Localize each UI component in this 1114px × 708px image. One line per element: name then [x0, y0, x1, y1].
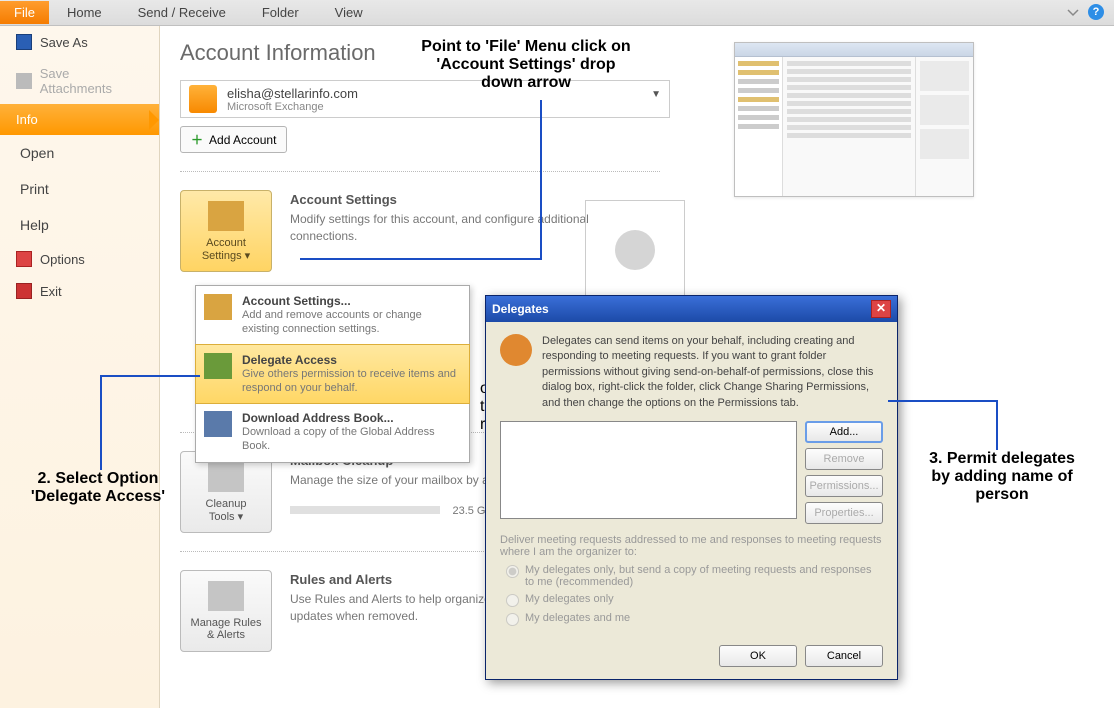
- delegate-access-icon: [204, 353, 232, 379]
- account-icon: [189, 85, 217, 113]
- radio-2: [506, 594, 519, 607]
- menu-download-ab-title: Download Address Book...: [242, 411, 459, 425]
- add-delegate-button[interactable]: Add...: [805, 421, 883, 443]
- add-account-label: Add Account: [209, 133, 276, 147]
- menu-delegate-access-title: Delegate Access: [242, 353, 459, 367]
- account-settings-icon: [208, 201, 244, 231]
- backstage-nav: Save As Save Attachments Info Open Print…: [0, 26, 160, 708]
- address-book-icon: [204, 411, 232, 437]
- cleanup-btn-l1: Cleanup: [206, 498, 247, 510]
- radio-option-3: My delegates and me: [500, 612, 883, 626]
- nav-info-label: Info: [16, 112, 38, 127]
- add-account-button[interactable]: ＋ Add Account: [180, 126, 287, 153]
- annotation-step1: Point to 'File' Menu click on 'Account S…: [396, 38, 656, 92]
- tab-view[interactable]: View: [317, 1, 381, 24]
- arrow-1h: [300, 258, 542, 260]
- dialog-titlebar[interactable]: Delegates ✕: [486, 296, 897, 322]
- cleanup-icon: [208, 462, 244, 492]
- tab-send-receive[interactable]: Send / Receive: [120, 1, 244, 24]
- rules-btn-l2: & Alerts: [207, 629, 245, 641]
- radio-option-2: My delegates only: [500, 593, 883, 607]
- person-icon: [615, 230, 655, 270]
- deliver-label: Deliver meeting requests addressed to me…: [500, 534, 883, 558]
- nav-exit[interactable]: Exit: [0, 275, 159, 307]
- help-icon[interactable]: ?: [1088, 4, 1104, 20]
- rules-btn-l1: Manage Rules: [191, 617, 262, 629]
- radio-2-label: My delegates only: [525, 593, 614, 605]
- manage-rules-button[interactable]: Manage Rules & Alerts: [180, 570, 272, 652]
- menu-download-address-book[interactable]: Download Address Book... Download a copy…: [196, 403, 469, 462]
- account-settings-dropdown: Account Settings... Add and remove accou…: [195, 285, 470, 463]
- menu-account-settings[interactable]: Account Settings... Add and remove accou…: [196, 286, 469, 345]
- annotation-step2: 2. Select Option 'Delegate Access': [13, 470, 183, 506]
- storage-bar: [290, 506, 440, 514]
- cleanup-tools-button[interactable]: Cleanup Tools ▾: [180, 451, 272, 533]
- nav-open[interactable]: Open: [0, 135, 159, 171]
- arrow-3h: [888, 400, 998, 402]
- nav-save-attachments-label: Save Attachments: [40, 66, 143, 96]
- permissions-button: Permissions...: [805, 475, 883, 497]
- menu-account-settings-title: Account Settings...: [242, 294, 459, 308]
- tab-file[interactable]: File: [0, 1, 49, 24]
- account-settings-btn-l1: Account: [206, 237, 246, 249]
- ribbon: File Home Send / Receive Folder View ?: [0, 0, 1114, 26]
- account-email: elisha@stellarinfo.com: [227, 86, 358, 101]
- menu-account-settings-desc: Add and remove accounts or change existi…: [242, 308, 459, 337]
- delegates-dialog: Delegates ✕ Delegates can send items on …: [485, 295, 898, 680]
- nav-options-label: Options: [40, 252, 85, 267]
- delegates-listbox[interactable]: [500, 421, 797, 519]
- dialog-title: Delegates: [492, 302, 549, 316]
- radio-3: [506, 613, 519, 626]
- arrow-3v: [996, 400, 998, 450]
- dialog-intro-text: Delegates can send items on your behalf,…: [542, 334, 883, 411]
- cleanup-btn-l2: Tools ▾: [209, 510, 243, 523]
- remove-delegate-button: Remove: [805, 448, 883, 470]
- dialog-close-button[interactable]: ✕: [871, 300, 891, 318]
- account-settings-menu-icon: [204, 294, 232, 320]
- attachment-icon: [16, 73, 32, 89]
- nav-exit-label: Exit: [40, 284, 62, 299]
- tab-folder[interactable]: Folder: [244, 1, 317, 24]
- nav-options[interactable]: Options: [0, 243, 159, 275]
- account-settings-button[interactable]: Account Settings ▾: [180, 190, 272, 272]
- menu-download-ab-desc: Download a copy of the Global Address Bo…: [242, 425, 459, 454]
- arrow-2v: [100, 375, 102, 470]
- save-icon: [16, 34, 32, 50]
- menu-delegate-access[interactable]: Delegate Access Give others permission t…: [195, 344, 470, 405]
- tab-home[interactable]: Home: [49, 1, 120, 24]
- ribbon-minimize-icon[interactable]: [1066, 5, 1080, 19]
- nav-print[interactable]: Print: [0, 171, 159, 207]
- exit-icon: [16, 283, 32, 299]
- nav-help[interactable]: Help: [0, 207, 159, 243]
- arrow-2h: [100, 375, 200, 377]
- preview-thumbnail: [734, 42, 974, 197]
- radio-option-1: My delegates only, but send a copy of me…: [500, 564, 883, 588]
- radio-1-label: My delegates only, but send a copy of me…: [525, 564, 883, 588]
- account-settings-btn-l2: Settings ▾: [202, 249, 250, 262]
- nav-save-attachments: Save Attachments: [0, 58, 159, 104]
- separator: [180, 171, 660, 172]
- nav-info[interactable]: Info: [0, 104, 159, 135]
- plus-icon: ＋: [191, 131, 203, 148]
- menu-delegate-access-desc: Give others permission to receive items …: [242, 367, 459, 396]
- rules-icon: [208, 581, 244, 611]
- cancel-button[interactable]: Cancel: [805, 645, 883, 667]
- delegate-user-icon: [500, 334, 532, 366]
- ok-button[interactable]: OK: [719, 645, 797, 667]
- radio-1: [506, 565, 519, 578]
- avatar-placeholder: [585, 200, 685, 300]
- annotation-step3: 3. Permit delegates by adding name of pe…: [912, 450, 1092, 504]
- nav-save-as-label: Save As: [40, 35, 88, 50]
- options-icon: [16, 251, 32, 267]
- radio-3-label: My delegates and me: [525, 612, 630, 624]
- nav-save-as[interactable]: Save As: [0, 26, 159, 58]
- account-type: Microsoft Exchange: [227, 101, 358, 113]
- arrow-1v: [540, 100, 542, 260]
- properties-button: Properties...: [805, 502, 883, 524]
